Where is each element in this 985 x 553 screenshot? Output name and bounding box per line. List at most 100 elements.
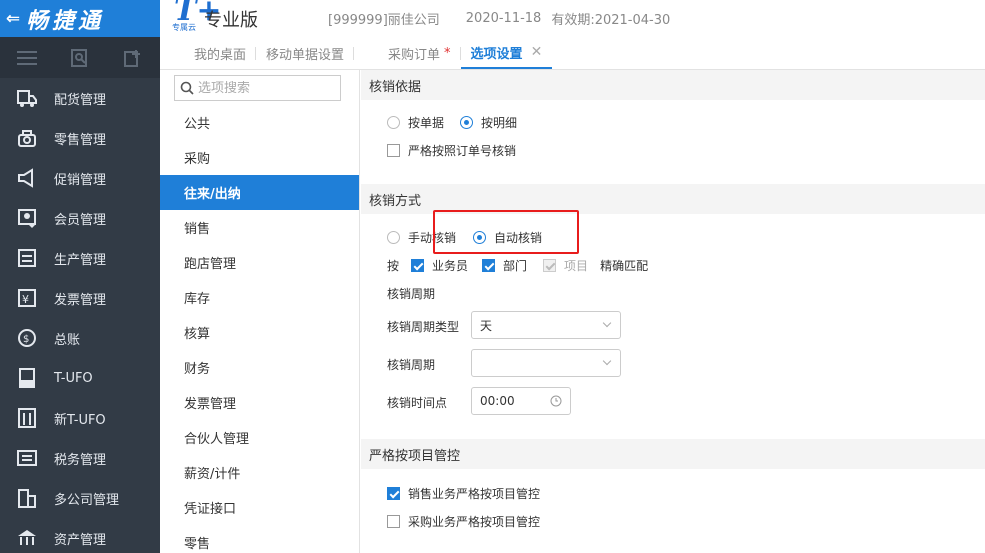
option-item-retail[interactable]: 零售 — [160, 525, 359, 553]
tax-icon — [0, 447, 54, 469]
sidebar-item-asset[interactable]: 资产管理 — [0, 518, 160, 553]
member-card-icon — [0, 207, 54, 229]
option-item-sales[interactable]: 销售 — [160, 210, 359, 245]
period-group-label: 核销周期 — [387, 287, 436, 301]
tab-label: 采购订单 — [388, 47, 441, 63]
product-logo: T+ 专属云 专业版 — [172, 0, 258, 37]
sidebar-item-label: 多公司管理 — [54, 492, 120, 508]
sidebar-item-production[interactable]: 生产管理 — [0, 238, 160, 278]
company-name: [999999]丽佳公司 — [328, 13, 440, 28]
checkbox-salesman[interactable]: 业务员 — [411, 257, 468, 274]
option-item-invoice[interactable]: 发票管理 — [160, 385, 359, 420]
match-criteria-row: 按 业务员 部门 项目 精确匹配 — [387, 257, 648, 274]
sidebar-item-t-ufo[interactable]: T-UFO — [0, 358, 160, 398]
close-icon[interactable]: ✕ — [531, 44, 543, 60]
sidebar-item-label: 税务管理 — [54, 452, 107, 468]
sidebar-item-retail[interactable]: 零售管理 — [0, 118, 160, 158]
checkbox-label: 项目 — [564, 259, 589, 273]
option-item-payroll[interactable]: 薪资/计件 — [160, 455, 359, 490]
asset-icon — [0, 527, 54, 549]
radio-by-document[interactable]: 按单据 — [387, 114, 444, 131]
multi-company-icon — [0, 487, 54, 509]
back-arrow-icon[interactable]: ⇐ — [0, 9, 26, 29]
sidebar-item-label: 零售管理 — [54, 132, 107, 148]
option-item-costing[interactable]: 核算 — [160, 315, 359, 350]
option-item-purchase[interactable]: 采购 — [160, 140, 359, 175]
checkbox-box — [387, 487, 400, 500]
svg-text:¥: ¥ — [22, 293, 29, 306]
radio-label: 按单据 — [408, 116, 445, 130]
checkbox-label: 销售业务严格按项目管控 — [408, 487, 541, 501]
section-header-basis: 核销依据 — [361, 70, 985, 100]
option-category-list: 公共 采购 往来/出纳 销售 跑店管理 库存 核算 财务 发票管理 合伙人管理 … — [160, 70, 360, 553]
sidebar-item-promotion[interactable]: 促销管理 — [0, 158, 160, 198]
section-header-project: 严格按项目管控 — [361, 439, 985, 469]
logo-sub: 专属云 — [172, 23, 196, 32]
checkbox-box — [482, 259, 496, 272]
checkbox-box — [387, 144, 400, 157]
period-field-label: 核销周期 — [387, 358, 436, 372]
sidebar-item-label: 新T-UFO — [54, 412, 106, 428]
time-point-value: 00:00 — [480, 394, 515, 408]
tab-my-desktop[interactable]: 我的桌面 — [184, 37, 257, 69]
option-item-voucher[interactable]: 凭证接口 — [160, 490, 359, 525]
radio-by-detail[interactable]: 按明细 — [460, 114, 517, 131]
tab-purchase-order[interactable]: 采购订单 * — [354, 37, 461, 69]
time-point-picker[interactable]: 00:00 — [471, 387, 571, 415]
tab-mobile-doc-settings[interactable]: 移动单据设置 — [256, 37, 355, 69]
period-type-select[interactable]: 天 — [471, 311, 621, 339]
time-point-label: 核销时间点 — [387, 396, 448, 410]
option-item-ar-ap[interactable]: 往来/出纳 — [160, 175, 359, 210]
sidebar-item-tax[interactable]: 税务管理 — [0, 438, 160, 478]
top-header: T+ 专属云 专业版 [999999]丽佳公司 2020-11-18 有效期:2… — [160, 0, 985, 37]
option-search-input[interactable] — [198, 80, 338, 96]
by-label: 按 — [387, 259, 400, 273]
edition-label: 专业版 — [204, 10, 258, 31]
sidebar-item-label: 会员管理 — [54, 212, 107, 228]
radio-label: 按明细 — [481, 116, 518, 130]
sidebar-item-invoice[interactable]: ¥ 发票管理 — [0, 278, 160, 318]
invoice-icon: ¥ — [0, 287, 54, 309]
checkbox-label: 业务员 — [432, 259, 469, 273]
option-item-finance[interactable]: 财务 — [160, 350, 359, 385]
sidebar-item-multi-company[interactable]: 多公司管理 — [0, 478, 160, 518]
truck-icon — [0, 87, 54, 109]
checkbox-label: 严格按照订单号核销 — [408, 144, 517, 158]
period-type-label: 核销周期类型 — [387, 320, 460, 334]
expiry-date: 有效期:2021-04-30 — [551, 13, 671, 28]
sidebar-item-label: 资产管理 — [54, 532, 107, 548]
option-item-store-visit[interactable]: 跑店管理 — [160, 245, 359, 280]
sidebar-item-member[interactable]: 会员管理 — [0, 198, 160, 238]
option-item-public[interactable]: 公共 — [160, 105, 359, 140]
ufo-report-icon — [0, 367, 54, 389]
sidebar-item-label: 促销管理 — [54, 172, 107, 188]
sidebar-item-label: 总账 — [54, 332, 81, 348]
option-search-box[interactable] — [174, 75, 341, 101]
sidebar-item-distribution[interactable]: 配货管理 — [0, 78, 160, 118]
brand-bar: ⇐ 畅捷通 — [0, 0, 160, 37]
add-shortcut-icon[interactable] — [106, 37, 159, 78]
option-item-inventory[interactable]: 库存 — [160, 280, 359, 315]
search-icon — [180, 81, 194, 95]
sidebar-item-new-t-ufo[interactable]: 新T-UFO — [0, 398, 160, 438]
menu-icon[interactable] — [0, 37, 53, 78]
option-item-partner[interactable]: 合伙人管理 — [160, 420, 359, 455]
cashier-icon — [0, 127, 54, 149]
period-select[interactable] — [471, 349, 621, 377]
checkbox-box — [387, 515, 400, 528]
checkbox-sales-project-control[interactable]: 销售业务严格按项目管控 — [387, 485, 540, 502]
sidebar-item-label: 发票管理 — [54, 292, 107, 308]
checkbox-department[interactable]: 部门 — [482, 257, 527, 274]
checkbox-purchase-project-control[interactable]: 采购业务严格按项目管控 — [387, 513, 540, 530]
tab-label: 选项设置 — [470, 46, 523, 62]
checkbox-strict-order[interactable]: 严格按照订单号核销 — [387, 142, 516, 159]
tab-bar: 我的桌面 移动单据设置 采购订单 * 选项设置 ✕ — [160, 37, 985, 70]
search-panel-icon[interactable] — [53, 37, 106, 78]
radio-circle — [387, 116, 400, 129]
period-type-value: 天 — [480, 318, 493, 333]
sidebar-item-ledger[interactable]: $ 总账 — [0, 318, 160, 358]
sidebar-item-label: T-UFO — [54, 370, 93, 386]
checkbox-label: 部门 — [503, 259, 528, 273]
checkbox-box — [543, 259, 557, 272]
tab-option-settings[interactable]: 选项设置 ✕ — [460, 37, 553, 69]
